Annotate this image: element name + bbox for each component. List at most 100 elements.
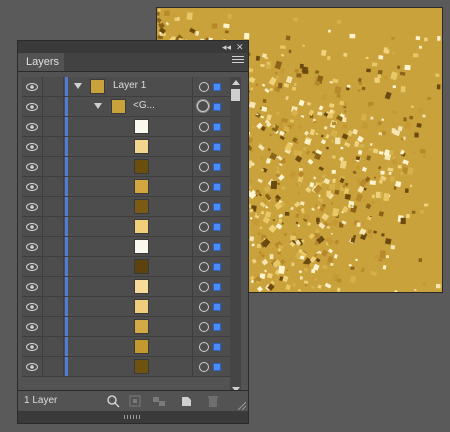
lock-toggle[interactable] [43,277,64,296]
target-circle-icon[interactable] [199,242,209,252]
lock-toggle[interactable] [43,337,64,356]
visibility-toggle[interactable] [22,117,43,136]
item-row[interactable] [22,157,230,177]
target-circle-icon[interactable] [199,202,209,212]
selection-indicator[interactable] [213,203,221,211]
tab-layers[interactable]: Layers [18,53,64,71]
visibility-toggle[interactable] [22,237,43,256]
lock-toggle[interactable] [43,117,64,136]
lock-toggle[interactable] [43,237,64,256]
target-circle-icon[interactable] [199,122,209,132]
visibility-toggle[interactable] [22,77,43,96]
lock-toggle[interactable] [43,197,64,216]
visibility-toggle[interactable] [22,97,43,116]
target-circle-icon[interactable] [197,100,209,112]
panel-title-bar[interactable]: ◂◂ ✕ [18,41,248,53]
lock-toggle[interactable] [43,177,64,196]
make-clipping-mask-icon[interactable] [128,394,142,408]
item-row[interactable] [22,197,230,217]
lock-toggle[interactable] [43,297,64,316]
trash-icon[interactable] [206,394,220,408]
lock-toggle[interactable] [43,157,64,176]
layer-row[interactable]: Layer 1 [22,77,230,97]
vertical-scrollbar[interactable] [230,77,241,395]
item-row[interactable] [22,337,230,357]
visibility-toggle[interactable] [22,337,43,356]
visibility-toggle[interactable] [22,137,43,156]
glitter-fleck [257,178,263,184]
new-layer-icon[interactable] [180,394,194,408]
lock-toggle[interactable] [43,97,64,116]
selection-indicator[interactable] [213,123,221,131]
selection-indicator[interactable] [213,363,221,371]
double-chevron-icon[interactable]: ◂◂ [222,41,231,53]
lock-toggle[interactable] [43,357,64,376]
visibility-toggle[interactable] [22,317,43,336]
target-circle-icon[interactable] [199,182,209,192]
item-row[interactable] [22,177,230,197]
panel-menu-icon[interactable] [232,56,244,66]
resize-grip-icon[interactable] [238,402,246,410]
visibility-toggle[interactable] [22,297,43,316]
visibility-toggle[interactable] [22,217,43,236]
selection-indicator[interactable] [213,263,221,271]
visibility-toggle[interactable] [22,177,43,196]
target-circle-icon[interactable] [199,82,209,92]
item-row[interactable] [22,317,230,337]
disclosure-triangle-icon[interactable] [94,103,102,109]
visibility-toggle[interactable] [22,157,43,176]
glitter-fleck [315,257,321,263]
glitter-fleck [336,93,342,99]
selection-indicator[interactable] [213,83,221,91]
item-row[interactable] [22,277,230,297]
scroll-thumb[interactable] [231,89,240,101]
lock-toggle[interactable] [43,317,64,336]
target-circle-icon[interactable] [199,362,209,372]
panel-bottom-grip[interactable] [18,411,248,423]
close-icon[interactable]: ✕ [236,41,244,53]
group-row[interactable]: <G... [22,97,230,117]
glitter-fleck [294,155,303,163]
selection-indicator[interactable] [213,163,221,171]
eye-icon [26,243,38,251]
locate-object-icon[interactable] [106,394,120,408]
item-row[interactable] [22,297,230,317]
lock-toggle[interactable] [43,257,64,276]
lock-toggle[interactable] [43,137,64,156]
layer-name[interactable]: Layer 1 [113,80,146,91]
item-row[interactable] [22,357,230,377]
lock-toggle[interactable] [43,77,64,96]
target-circle-icon[interactable] [199,262,209,272]
selection-indicator[interactable] [213,143,221,151]
item-row[interactable] [22,137,230,157]
selection-indicator[interactable] [213,303,221,311]
scroll-up-icon[interactable] [232,80,240,85]
visibility-toggle[interactable] [22,277,43,296]
selection-indicator[interactable] [213,183,221,191]
group-name[interactable]: <G... [133,100,155,111]
lock-toggle[interactable] [43,217,64,236]
target-circle-icon[interactable] [199,142,209,152]
selection-indicator[interactable] [213,223,221,231]
item-row[interactable] [22,117,230,137]
visibility-toggle[interactable] [22,257,43,276]
target-circle-icon[interactable] [199,322,209,332]
visibility-toggle[interactable] [22,197,43,216]
item-row[interactable] [22,257,230,277]
target-circle-icon[interactable] [199,342,209,352]
item-row[interactable] [22,217,230,237]
selection-indicator[interactable] [213,343,221,351]
target-circle-icon[interactable] [199,282,209,292]
selection-indicator[interactable] [213,243,221,251]
target-circle-icon[interactable] [199,302,209,312]
visibility-toggle[interactable] [22,357,43,376]
glitter-fleck [312,176,317,180]
target-circle-icon[interactable] [199,162,209,172]
selection-indicator[interactable] [213,323,221,331]
disclosure-triangle-icon[interactable] [74,83,82,89]
selection-indicator[interactable] [213,283,221,291]
target-circle-icon[interactable] [199,222,209,232]
item-row[interactable] [22,237,230,257]
create-sublayer-icon[interactable] [152,394,166,408]
selection-indicator[interactable] [213,103,221,111]
